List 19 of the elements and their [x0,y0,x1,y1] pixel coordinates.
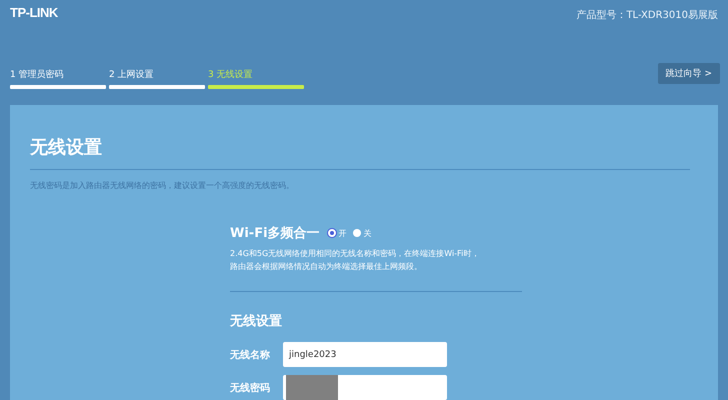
field-label: 无线密码 [230,382,271,394]
panel-title: 无线设置 [30,136,103,159]
step-label: 2 上网设置 [109,68,155,81]
radio-label: 开 [338,228,347,238]
multiband-label: Wi-Fi多频合一 [230,225,320,242]
section-title: 无线设置 [230,313,283,330]
radio-label: 关 [364,228,372,238]
radio-button[interactable] [328,229,336,237]
field-label: 无线名称 [230,348,271,362]
step-label: 3 无线设置 [208,68,254,81]
product-model: 产品型号：TL-XDR3010易展版 [576,8,718,22]
radio-button[interactable] [352,229,361,237]
input-field[interactable]: jingle2023 [283,342,447,367]
multiband-note: 2.4G和5G无线网络使用相同的无线名称和密码，在终端连接Wi-Fi时， 路由器会根据网络情况自动为终端选择最佳上网频段。 [230,248,480,273]
skip-wizard-button[interactable]: 跳过向导 > [658,63,720,84]
brand-logo: TP-LINK [10,5,58,20]
redaction-block [286,375,338,400]
password-field[interactable] [283,375,447,400]
step-label: 1 管理员密码 [10,68,65,81]
